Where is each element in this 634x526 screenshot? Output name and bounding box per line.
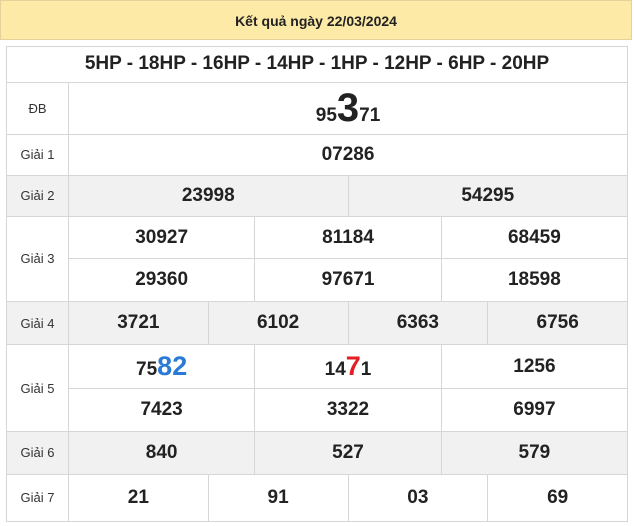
prize-5-digits-post: 1 xyxy=(360,359,372,381)
prize-7-number: 03 xyxy=(347,473,489,523)
prize-3-number: 68459 xyxy=(440,215,629,260)
prize-2-number: 54295 xyxy=(347,174,629,217)
prize-7-number: 69 xyxy=(487,473,629,523)
prize-1-label: Giải 1 xyxy=(6,133,69,176)
prize-4-row: Giải 4 3721 6102 6363 6756 xyxy=(6,301,629,346)
prize-4-number: 6756 xyxy=(487,301,629,346)
prize-5-digits-pre: 14 xyxy=(324,359,346,381)
prize-5-number: 3322 xyxy=(254,388,442,433)
prize-7-number: 21 xyxy=(68,473,209,523)
prize-3-number: 18598 xyxy=(440,258,629,303)
prize-4-number: 3721 xyxy=(68,301,209,346)
prize-5-digits-highlight: 7 xyxy=(345,351,361,382)
prize-2-label: Giải 2 xyxy=(6,174,69,217)
special-prize-label: ĐB xyxy=(6,81,69,135)
special-prize-digits-post: 71 xyxy=(359,104,381,126)
prize-4-label: Giải 4 xyxy=(6,301,69,346)
prize-5-number: 7423 xyxy=(67,388,256,433)
special-prize-digit-highlight: 3 xyxy=(336,85,360,130)
special-prize-number: 95371 xyxy=(67,81,629,135)
prize-5-digits-pre: 75 xyxy=(136,359,158,381)
prize-5-row: 7423 3322 6997 xyxy=(7,388,629,433)
prize-2-row: Giải 2 23998 54295 xyxy=(6,174,629,217)
prize-1-number: 07286 xyxy=(67,133,629,176)
prize-2-number: 23998 xyxy=(68,174,349,217)
prize-6-number: 579 xyxy=(440,431,629,475)
prize-5-label: Giải 5 xyxy=(6,344,69,433)
lottery-result-panel: Kết quả ngày 22/03/2024 5HP - 18HP - 16H… xyxy=(0,0,634,526)
prize-3-label: Giải 3 xyxy=(6,215,69,303)
prize-codes-row: 5HP - 18HP - 16HP - 14HP - 1HP - 12HP - … xyxy=(5,46,629,83)
prize-7-label: Giải 7 xyxy=(6,473,69,523)
result-date-title: Kết quả ngày 22/03/2024 xyxy=(0,0,632,40)
prize-5-number: 1256 xyxy=(440,344,629,390)
special-prize-row: ĐB 95371 xyxy=(6,81,629,135)
prize-5-digits-highlight: 82 xyxy=(157,351,188,382)
prize-5-row: Giải 5 7582 1471 1256 xyxy=(6,344,629,433)
prize-7-number: 91 xyxy=(207,473,349,523)
prize-6-label: Giải 6 xyxy=(6,431,69,475)
prize-7-row: Giải 7 21 91 03 69 xyxy=(6,473,629,523)
prize-4-number: 6363 xyxy=(347,301,489,346)
prize-6-number: 527 xyxy=(254,431,442,475)
special-prize-digits-pre: 95 xyxy=(315,104,337,126)
prize-6-number: 840 xyxy=(67,431,256,475)
prize-5-number: 7582 xyxy=(67,344,256,390)
prize-3-number: 29360 xyxy=(67,258,256,303)
prize-codes: 5HP - 18HP - 16HP - 14HP - 1HP - 12HP - … xyxy=(5,46,629,83)
prize-6-row: Giải 6 840 527 579 xyxy=(6,431,629,475)
prize-5-number: 1471 xyxy=(254,344,442,390)
prize-4-number: 6102 xyxy=(207,301,349,346)
prize-1-row: Giải 1 07286 xyxy=(6,133,629,176)
prize-5-number: 6997 xyxy=(440,388,629,433)
prize-3-number: 97671 xyxy=(254,258,442,303)
prize-3-number: 81184 xyxy=(254,215,442,260)
prize-3-row: 29360 97671 18598 xyxy=(7,258,629,303)
prize-3-number: 30927 xyxy=(67,215,256,260)
prize-3-row: Giải 3 30927 81184 68459 xyxy=(6,215,629,303)
result-table: 5HP - 18HP - 16HP - 14HP - 1HP - 12HP - … xyxy=(5,46,629,523)
